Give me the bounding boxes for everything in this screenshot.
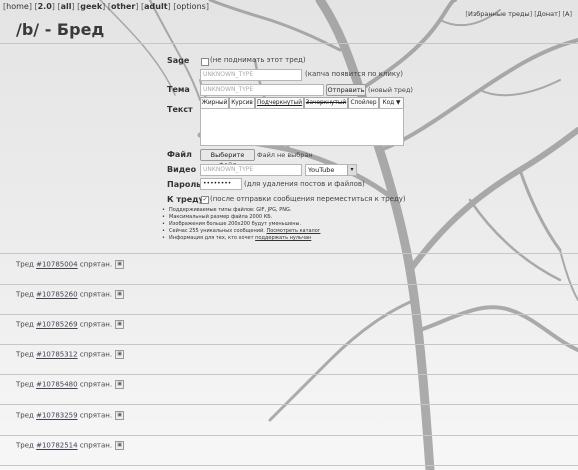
divider — [0, 344, 578, 345]
nav-home-link[interactable]: home — [6, 2, 29, 11]
divider — [0, 435, 578, 436]
password-input[interactable]: •••••••• — [200, 178, 242, 190]
support-link[interactable]: поддержать нульчан — [255, 235, 311, 241]
captcha-input[interactable]: UNKNOWN_TYPE — [200, 69, 302, 81]
sage-label: Sage — [167, 56, 190, 65]
password-note: (для удаления постов и файлов) — [244, 180, 365, 188]
divider — [0, 404, 578, 405]
unhide-icon[interactable]: ▣ — [115, 320, 125, 329]
file-label: Файл — [167, 150, 192, 159]
hidden-thread-row: Тред #10785260 спрятан. ▣ — [16, 290, 125, 299]
video-service-value: YouTube — [308, 166, 335, 174]
divider — [0, 284, 578, 285]
hidden-thread-row: Тред #10785004 спрятан. ▣ — [16, 260, 125, 269]
divider — [0, 253, 578, 254]
rule-item: Информация для тех, кто хочет поддержать… — [162, 235, 320, 242]
donate-link[interactable]: Донат — [537, 10, 558, 18]
nav-all-link[interactable]: all — [61, 2, 72, 11]
captcha-note: (капча появится по клику) — [305, 70, 404, 78]
text-label: Текст — [167, 105, 193, 114]
top-right-links: [Избранные треды] [Донат] [A] — [465, 10, 572, 18]
catalog-link[interactable]: Посмотреть каталог — [266, 228, 320, 234]
rule-item: Сейчас 255 уникальных сообщений. Посмотр… — [162, 228, 320, 235]
choose-file-button[interactable]: Выберите файл — [200, 149, 255, 169]
favorites-link[interactable]: Избранные треды — [468, 10, 530, 18]
unhide-icon[interactable]: ▣ — [115, 441, 125, 450]
unhide-icon[interactable]: ▣ — [115, 380, 125, 389]
subject-input[interactable]: UNKNOWN_TYPE — [200, 84, 324, 96]
unhide-icon[interactable]: ▣ — [115, 290, 125, 299]
nav-options-link[interactable]: options — [176, 2, 205, 11]
divider — [0, 43, 578, 44]
video-service-select[interactable]: YouTube ▾ — [305, 164, 357, 176]
file-status: Файл не выбран — [257, 151, 313, 159]
divider — [0, 314, 578, 315]
subject-label: Тема — [167, 85, 190, 94]
message-textarea[interactable] — [200, 108, 404, 146]
unhide-icon[interactable]: ▣ — [115, 350, 125, 359]
hidden-thread-row: Тред #10785269 спрятан. ▣ — [16, 320, 125, 329]
nav-geek-link[interactable]: geek — [80, 2, 102, 11]
rule-item: Максимальный размер файла 2000 КБ. — [162, 214, 320, 221]
divider — [0, 465, 578, 466]
divider — [0, 374, 578, 375]
new-thread-note: (новый тред) — [368, 86, 413, 94]
thread-link[interactable]: #10782514 — [36, 442, 78, 450]
thread-link[interactable]: #10785004 — [36, 261, 78, 269]
unhide-icon[interactable]: ▣ — [115, 411, 125, 420]
thread-link[interactable]: #10785260 — [36, 291, 78, 299]
rule-item: Поддерживаемые типы файлов: GIF, JPG, PN… — [162, 207, 320, 214]
hidden-thread-row: Тред #10782514 спрятан. ▣ — [16, 441, 125, 450]
thread-link[interactable]: #10785480 — [36, 381, 78, 389]
thread-link[interactable]: #10785312 — [36, 351, 78, 359]
tothread-label: К треду — [167, 195, 204, 204]
password-label: Пароль — [167, 180, 202, 189]
send-button[interactable]: Отправить — [326, 84, 366, 96]
video-input[interactable]: UNKNOWN_TYPE — [200, 164, 302, 176]
tothread-checkbox[interactable]: ✓ — [201, 196, 209, 204]
sage-checkbox[interactable] — [201, 58, 209, 66]
nav-2-0-link[interactable]: 2.0 — [38, 2, 52, 11]
upload-rules: Поддерживаемые типы файлов: GIF, JPG, PN… — [162, 207, 320, 242]
hidden-thread-row: Тред #10785312 спрятан. ▣ — [16, 350, 125, 359]
sage-note: (не поднимать этот тред) — [210, 56, 306, 64]
nav-adult-link[interactable]: adult — [144, 2, 167, 11]
unhide-icon[interactable]: ▣ — [115, 260, 125, 269]
thread-link[interactable]: #10783259 — [36, 412, 78, 420]
board-navigation: [home] [2.0] [all] [geek] [other] [adult… — [3, 2, 209, 11]
tothread-note: (после отправки сообщения переместиться … — [210, 195, 406, 203]
video-label: Видео — [167, 165, 197, 174]
rule-item: Изображения больше 200x200 будут уменьше… — [162, 221, 320, 228]
a-link[interactable]: A — [565, 10, 569, 18]
thread-link[interactable]: #10785269 — [36, 321, 78, 329]
hidden-thread-row: Тред #10783259 спрятан. ▣ — [16, 411, 125, 420]
nav-other-link[interactable]: other — [111, 2, 135, 11]
page-title: /b/ - Бред — [16, 20, 105, 39]
hidden-thread-row: Тред #10785480 спрятан. ▣ — [16, 380, 125, 389]
chevron-down-icon: ▾ — [347, 165, 356, 175]
